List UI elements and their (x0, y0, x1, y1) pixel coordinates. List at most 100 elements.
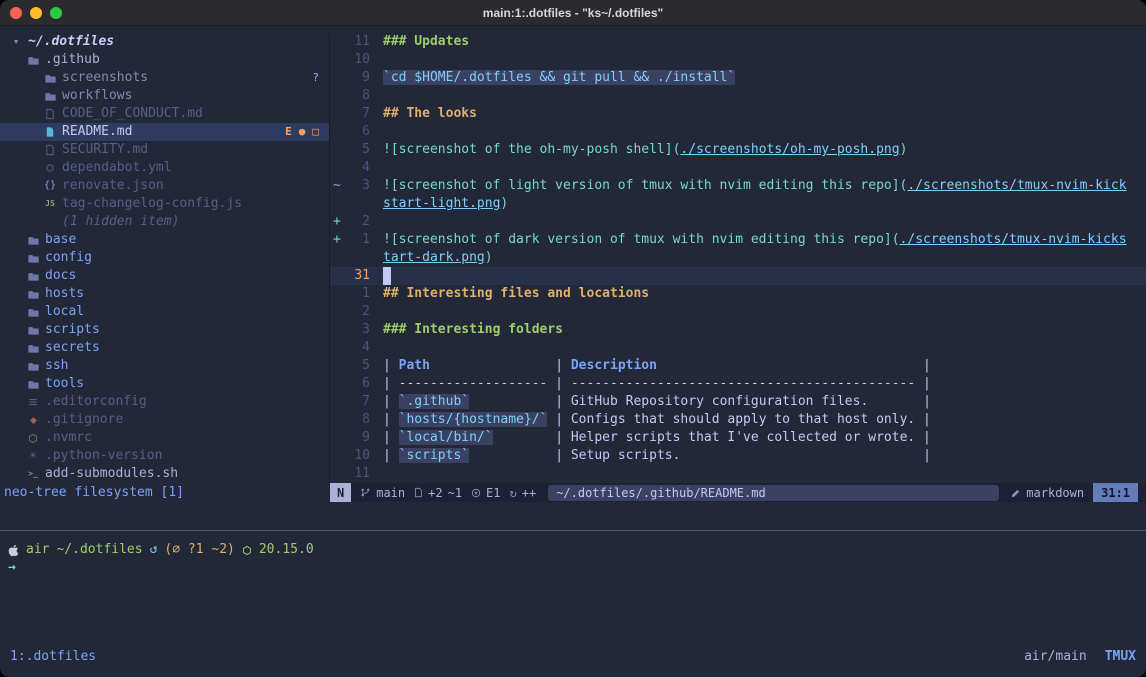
line-number: 1 (343, 285, 370, 303)
tmux-window-name[interactable]: 1:.dotfiles (10, 648, 96, 666)
editor-line[interactable]: 6 (330, 123, 1146, 141)
diagnostics[interactable]: E1 (471, 484, 500, 502)
tree-item[interactable]: ∗.python-version (0, 447, 329, 465)
line-number: 1 (343, 231, 370, 249)
line-number: 7 (343, 105, 370, 123)
line-number: 9 (343, 429, 370, 447)
editor-line[interactable]: 7## The looks (330, 105, 1146, 123)
text-segment: | (547, 412, 570, 427)
tree-item[interactable]: local (0, 303, 329, 321)
gutter-sign (330, 195, 343, 213)
editor-line[interactable]: 10 (330, 51, 1146, 69)
gutter-sign (330, 393, 343, 411)
editor-line[interactable]: 2 (330, 303, 1146, 321)
editor-line[interactable]: 4 (330, 159, 1146, 177)
file-icon (42, 144, 58, 156)
zoom-button[interactable] (50, 7, 62, 19)
prompt-line-2: → (8, 559, 1146, 577)
text-segment: Description (571, 358, 657, 373)
tree-item-label: (1 hidden item) (62, 213, 179, 231)
tree-item[interactable]: workflows (0, 87, 329, 105)
tree-item[interactable]: .github (0, 51, 329, 69)
git-branch[interactable]: main (360, 484, 405, 502)
tree-item[interactable]: README.mdE●□ (0, 123, 329, 141)
tmux-session-name: air/main (1024, 648, 1087, 666)
editor-line[interactable]: 8| `hosts/{hostname}/` | Configs that sh… (330, 411, 1146, 429)
editor-line[interactable]: 8 (330, 87, 1146, 105)
text-segment: Configs that should apply to that host o… (571, 412, 915, 427)
tree-item[interactable]: screenshots? (0, 69, 329, 87)
gutter-sign (330, 429, 343, 447)
editor-line[interactable]: 7| `.github` | GitHub Repository configu… (330, 393, 1146, 411)
branch-name: main (376, 484, 405, 502)
neo-tree-panel: ▾~/.dotfiles.githubscreenshots?workflows… (0, 33, 330, 483)
tree-item[interactable]: docs (0, 267, 329, 285)
updates: ↻ ++ (510, 484, 537, 502)
text-segment: ![screenshot of light version of tmux wi… (383, 178, 907, 193)
editor-line[interactable]: 4 (330, 339, 1146, 357)
text-segment: | (469, 394, 571, 409)
tree-item[interactable]: CODE_OF_CONDUCT.md (0, 105, 329, 123)
tree-item-label: SECURITY.md (62, 141, 148, 159)
shell-pane[interactable]: air ~/.dotfiles ↺ (⌀ ?1 ~2) 20.15.0 → (0, 531, 1146, 637)
tree-item[interactable]: ssh (0, 357, 329, 375)
line-number: 6 (343, 375, 370, 393)
editor-line[interactable]: 1## Interesting files and locations (330, 285, 1146, 303)
tree-item[interactable]: secrets (0, 339, 329, 357)
filetype: markdown (1011, 484, 1084, 502)
tree-item-label: tools (45, 375, 84, 393)
titlebar[interactable]: main:1:.dotfiles - "ks~/.dotfiles" (0, 0, 1146, 26)
tree-item[interactable]: ▾~/.dotfiles (0, 33, 329, 51)
editor-line[interactable]: 5| Path | Description | (330, 357, 1146, 375)
gutter-sign (330, 159, 343, 177)
editor-line[interactable]: 11 (330, 465, 1146, 483)
tree-item[interactable]: (1 hidden item) (0, 213, 329, 231)
folder-icon (25, 307, 41, 318)
tree-item-label: ~/.dotfiles (28, 33, 114, 51)
tree-item[interactable]: config (0, 249, 329, 267)
tree-item[interactable]: base (0, 231, 329, 249)
hexagon-icon (25, 433, 41, 444)
file-icon (414, 487, 423, 498)
editor-line[interactable]: 9`cd $HOME/.dotfiles && git pull && ./in… (330, 69, 1146, 87)
editor-line[interactable]: +1![screenshot of dark version of tmux w… (330, 231, 1146, 249)
line-text: ![screenshot of dark version of tmux wit… (383, 231, 1127, 249)
tree-item-label: scripts (45, 321, 100, 339)
tree-item[interactable]: dependabot.yml (0, 159, 329, 177)
tree-item[interactable]: {}renovate.json (0, 177, 329, 195)
editor-line[interactable]: 31 (330, 267, 1146, 285)
editor-line[interactable]: start-light.png) (330, 195, 1146, 213)
tree-item[interactable]: scripts (0, 321, 329, 339)
tree-item-label: local (45, 303, 84, 321)
tree-item[interactable]: JStag-changelog-config.js (0, 195, 329, 213)
editor-line[interactable]: +2 (330, 213, 1146, 231)
gutter-sign (330, 51, 343, 69)
editor-line[interactable]: 6| ------------------- | ---------------… (330, 375, 1146, 393)
editor-line[interactable]: ~3![screenshot of light version of tmux … (330, 177, 1146, 195)
minimize-button[interactable] (30, 7, 42, 19)
file-path[interactable]: ~/.dotfiles/.github/README.md (548, 485, 999, 501)
updates-count: ++ (522, 484, 536, 502)
window-title: main:1:.dotfiles - "ks~/.dotfiles" (0, 6, 1146, 20)
tree-item-label: .editorconfig (45, 393, 147, 411)
tree-item[interactable]: .editorconfig (0, 393, 329, 411)
line-number: 9 (343, 69, 370, 87)
editor-line[interactable]: 9| `local/bin/` | Helper scripts that I'… (330, 429, 1146, 447)
cursor (383, 267, 391, 285)
tree-item[interactable]: SECURITY.md (0, 141, 329, 159)
square-badge: □ (312, 123, 319, 141)
tree-item[interactable]: >_add-submodules.sh (0, 465, 329, 483)
gutter-sign (330, 267, 343, 285)
line-number: 5 (343, 141, 370, 159)
tree-item[interactable]: .nvmrc (0, 429, 329, 447)
tree-item[interactable]: .gitignore (0, 411, 329, 429)
editor-line[interactable]: 11### Updates (330, 33, 1146, 51)
tree-item[interactable]: hosts (0, 285, 329, 303)
tree-item[interactable]: tools (0, 375, 329, 393)
close-button[interactable] (10, 7, 22, 19)
editor-line[interactable]: 3### Interesting folders (330, 321, 1146, 339)
editor-line[interactable]: 10| `scripts` | Setup scripts. | (330, 447, 1146, 465)
editor-line[interactable]: tart-dark.png) (330, 249, 1146, 267)
text-segment: | (383, 394, 399, 409)
editor-line[interactable]: 5![screenshot of the oh-my-posh shell](.… (330, 141, 1146, 159)
